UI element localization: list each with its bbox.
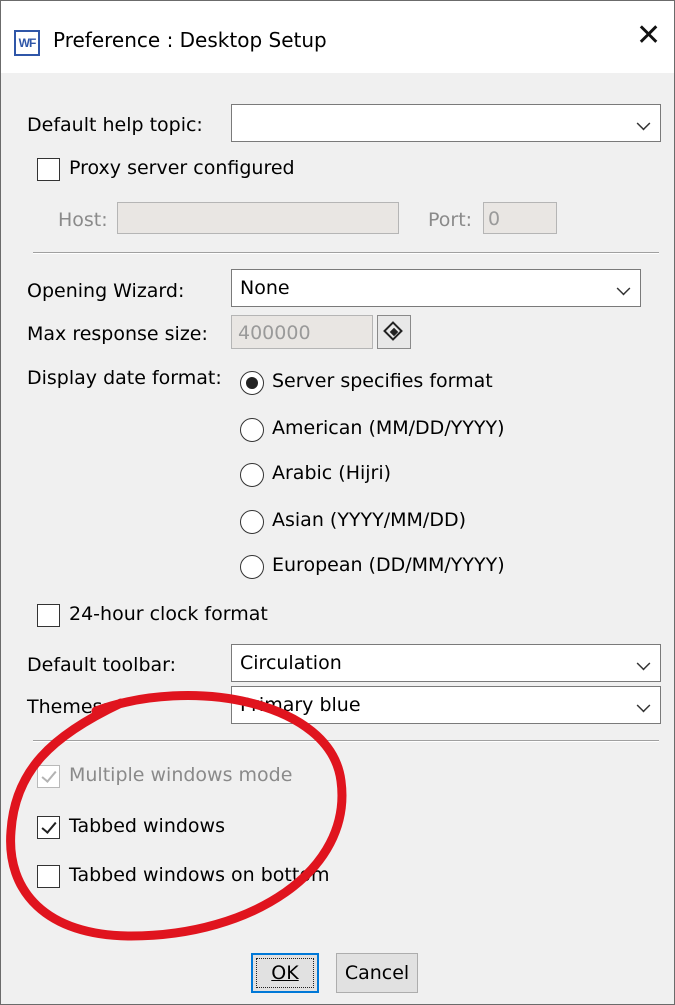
proxy-label: Proxy server configured [69, 157, 295, 179]
date-format-label: Display date format: [27, 367, 222, 389]
separator [33, 252, 659, 254]
opening-wizard-label: Opening Wizard: [27, 280, 185, 302]
help-topic-label: Default help topic: [27, 114, 203, 136]
proxy-checkbox[interactable] [37, 158, 60, 181]
radio-european[interactable] [240, 555, 264, 579]
chevron-down-icon [636, 698, 651, 713]
clock-24h-label: 24-hour clock format [69, 603, 268, 625]
radio-server-format[interactable] [240, 371, 264, 395]
ok-button[interactable]: OK [251, 953, 319, 993]
chevron-down-icon [636, 656, 651, 671]
radio-asian[interactable] [240, 510, 264, 534]
red-annotation-circle [6, 691, 347, 941]
default-toolbar-value: Circulation [240, 652, 342, 674]
max-response-picker-button[interactable] [377, 315, 411, 349]
radio-european-label: European (DD/MM/YYYY) [272, 554, 505, 576]
cancel-button[interactable]: Cancel [336, 953, 418, 993]
radio-arabic[interactable] [240, 463, 264, 487]
port-input[interactable]: 0 [483, 202, 557, 234]
window-title: Preference : Desktop Setup [53, 28, 327, 52]
opening-wizard-select[interactable]: None [231, 269, 641, 307]
title-bar[interactable]: WF Preference : Desktop Setup ✕ [1, 1, 674, 73]
radio-asian-label: Asian (YYYY/MM/DD) [272, 509, 466, 531]
port-label: Port: [428, 209, 473, 231]
radio-american-label: American (MM/DD/YYYY) [272, 417, 505, 439]
preference-dialog: WF Preference : Desktop Setup ✕ Default … [0, 0, 675, 1005]
opening-wizard-value: None [240, 277, 290, 299]
close-icon[interactable]: ✕ [636, 21, 661, 51]
cancel-button-label: Cancel [344, 962, 410, 984]
radio-american[interactable] [240, 418, 264, 442]
port-value: 0 [488, 208, 501, 230]
chevron-down-icon [616, 281, 631, 296]
max-response-value: 400000 [238, 322, 311, 344]
clock-24h-checkbox[interactable] [37, 604, 60, 627]
focus-ring [256, 958, 314, 988]
max-response-input[interactable]: 400000 [231, 315, 373, 349]
help-topic-select[interactable] [231, 104, 661, 142]
chevron-down-icon [636, 116, 651, 131]
default-toolbar-label: Default toolbar: [27, 654, 177, 676]
radio-arabic-label: Arabic (Hijri) [272, 462, 392, 484]
app-icon: WF [14, 30, 40, 56]
max-response-label: Max response size: [27, 323, 208, 345]
host-label: Host: [58, 209, 108, 231]
host-input[interactable] [117, 202, 399, 234]
radio-server-format-label: Server specifies format [272, 370, 493, 392]
default-toolbar-select[interactable]: Circulation [231, 644, 661, 682]
